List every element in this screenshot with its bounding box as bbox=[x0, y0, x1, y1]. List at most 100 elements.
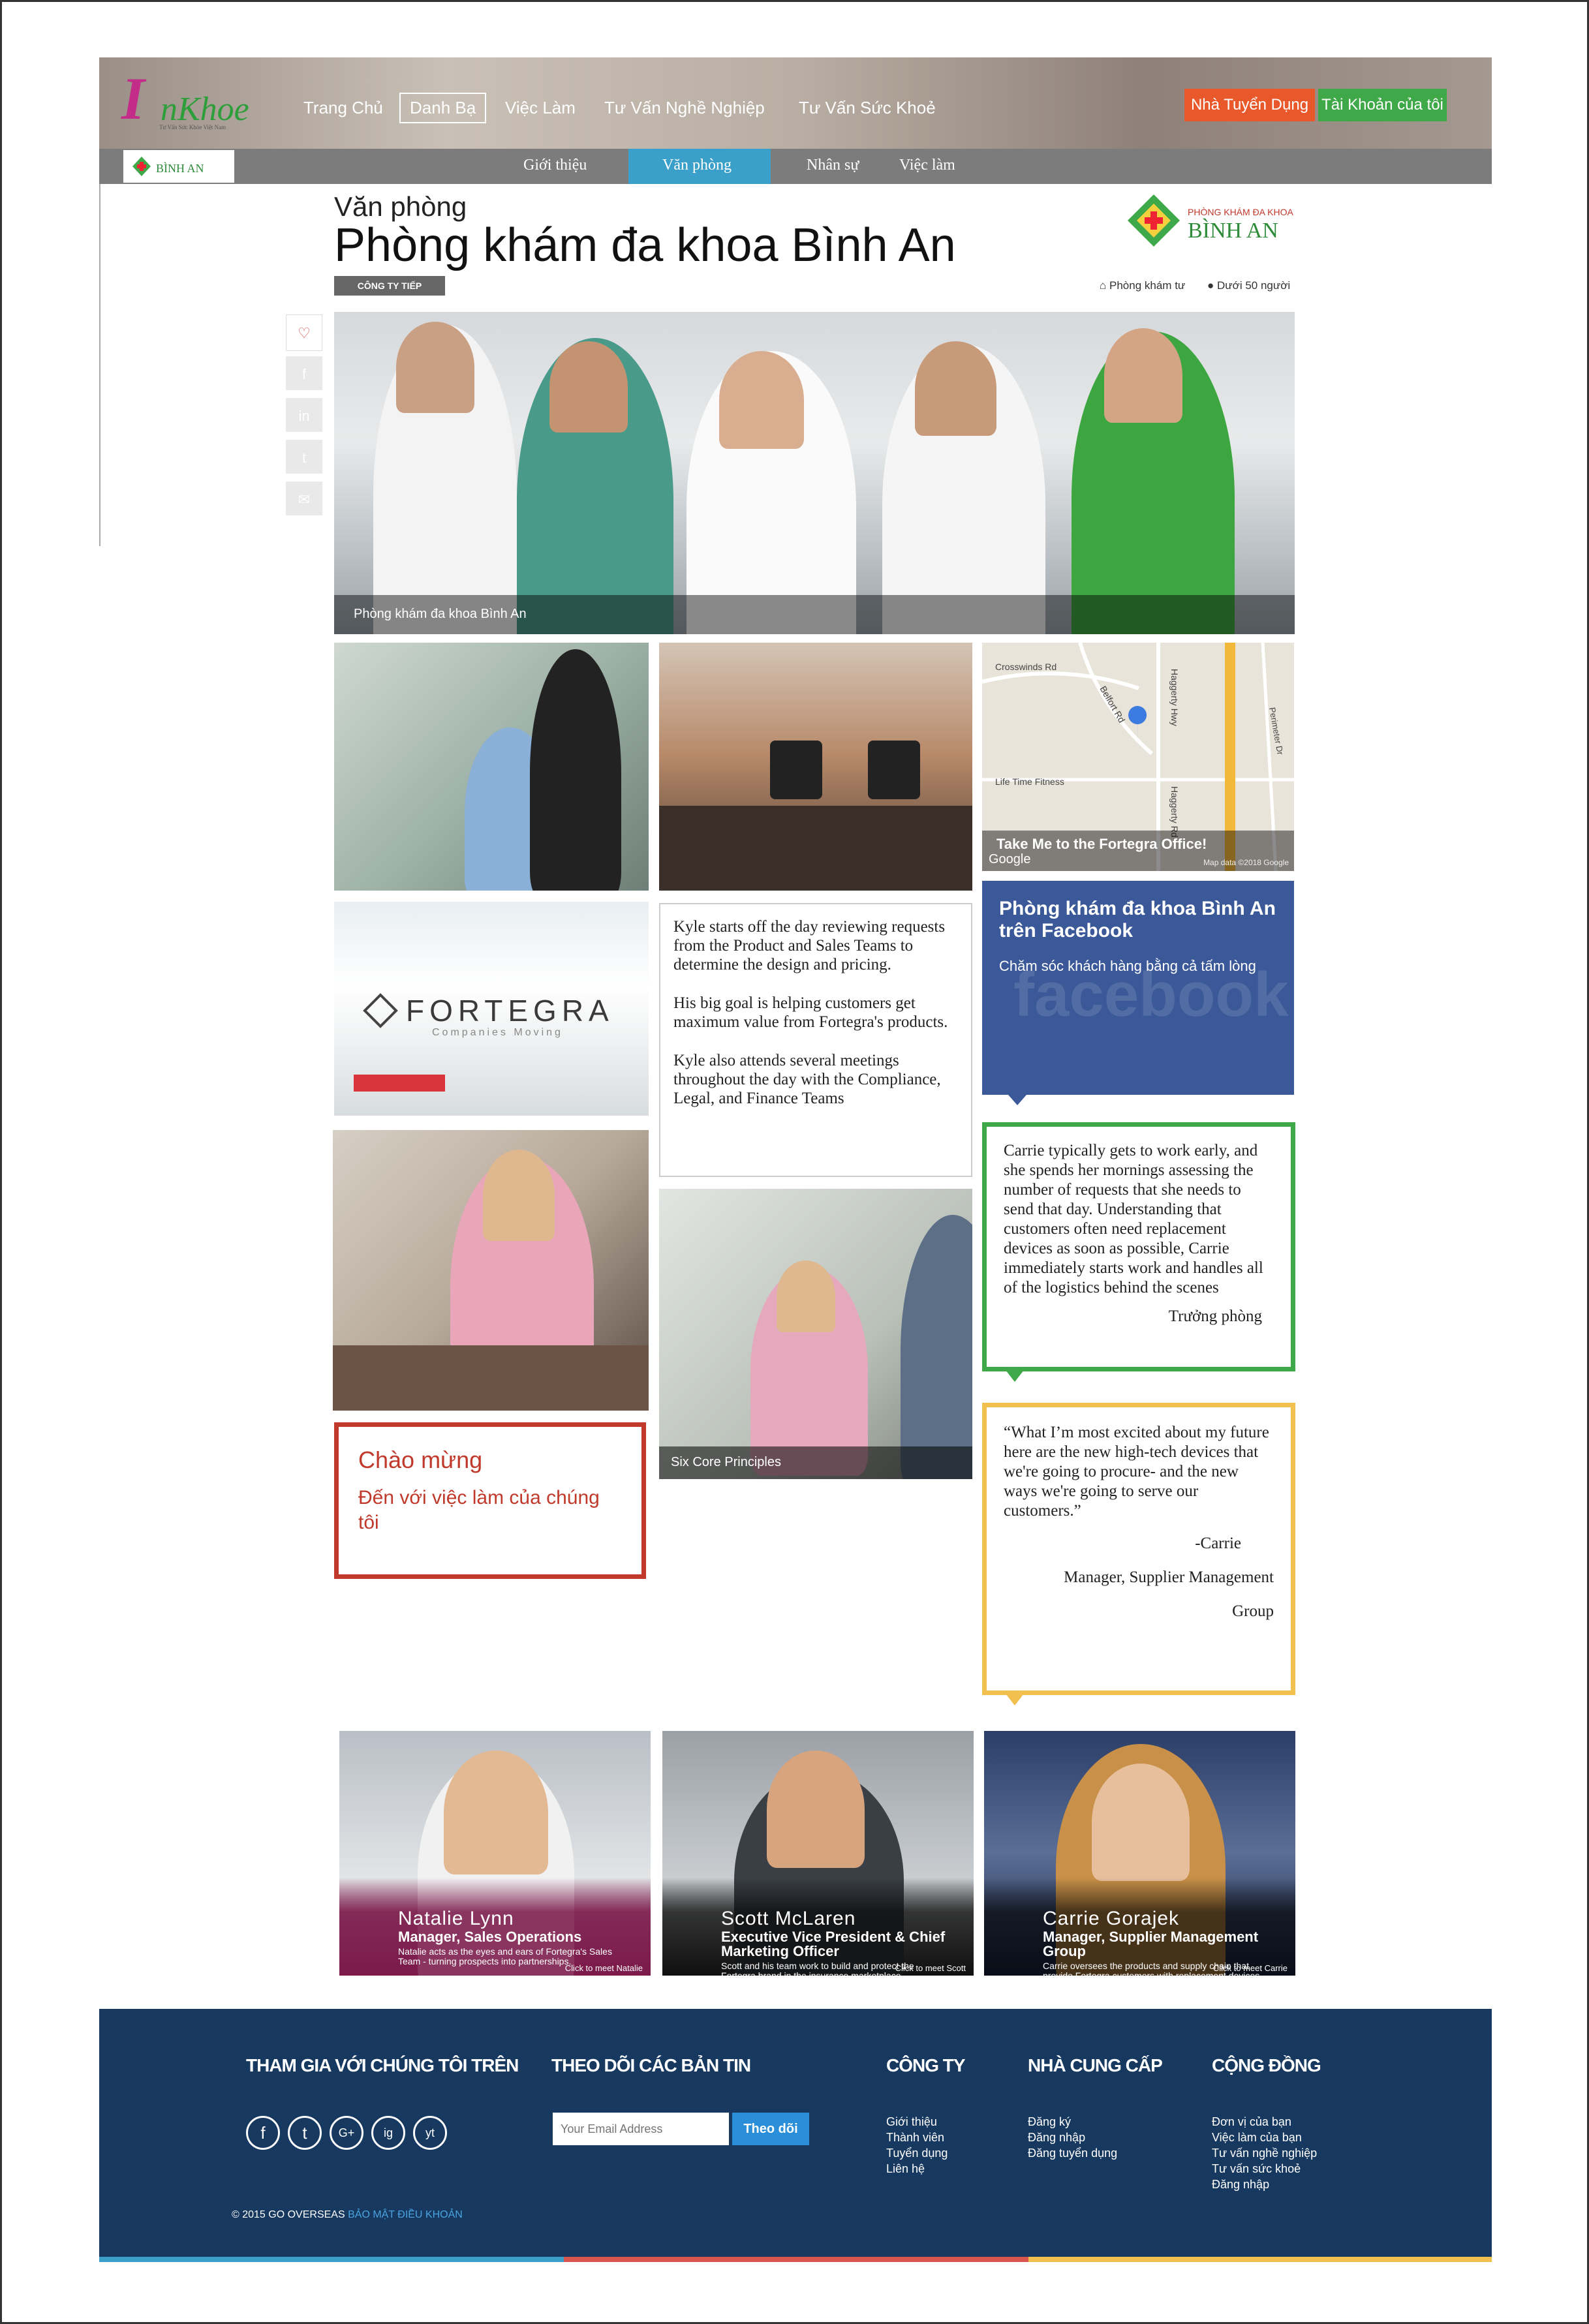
page-kicker: Văn phòng bbox=[334, 191, 467, 222]
privacy-terms-link[interactable]: BẢO MẬT ĐIỀU KHOẢN bbox=[348, 2209, 463, 2220]
person-card-scott[interactable]: Scott McLaren Executive Vice President &… bbox=[662, 1731, 974, 1976]
footer-community-links: Đơn vị của bạn Việc làm của bạn Tư vấn n… bbox=[1212, 2114, 1317, 2192]
footer-link[interactable]: Tư vấn sức khoẻ bbox=[1212, 2161, 1317, 2177]
company-size: ● Dưới 50 người bbox=[1207, 279, 1291, 292]
fortegra-name: FORTEGRA bbox=[406, 994, 614, 1028]
footer-link[interactable]: Đăng nhập bbox=[1028, 2130, 1117, 2145]
footer-newsletter-title: THEO DÕI CÁC BẢN TIN bbox=[551, 2055, 751, 2075]
twitter-icon[interactable]: t bbox=[288, 2116, 322, 2150]
carrie-caption: Carrie Gorajek Manager, Supplier Managem… bbox=[984, 1878, 1295, 1976]
map-attribution: Map data ©2018 Google bbox=[1203, 858, 1289, 867]
woman-face bbox=[777, 1261, 835, 1332]
red-stripe bbox=[354, 1075, 445, 1092]
left-divider bbox=[99, 184, 100, 546]
clinic-logo: PHÒNG KHÁM ĐA KHOA BÌNH AN bbox=[1122, 189, 1302, 254]
hero-team-photo: Phòng khám đa khoa Bình An bbox=[334, 312, 1295, 634]
doctor-face bbox=[719, 351, 804, 449]
carrie-quote-card: “What I’m most excited about my future h… bbox=[982, 1403, 1295, 1695]
twitter-share-icon[interactable]: t bbox=[286, 440, 322, 476]
favorite-heart-icon[interactable]: ♡ bbox=[286, 314, 322, 351]
person-card-natalie[interactable]: Natalie Lynn Manager, Sales Operations N… bbox=[339, 1731, 651, 1976]
natalie-caption: Natalie Lynn Manager, Sales Operations N… bbox=[339, 1878, 651, 1976]
facebook-icon[interactable]: f bbox=[246, 2116, 280, 2150]
google-plus-icon[interactable]: G+ bbox=[330, 2116, 363, 2150]
armchair bbox=[770, 741, 822, 799]
carrie-face bbox=[1092, 1764, 1190, 1881]
principles-photo[interactable]: Six Core Principles bbox=[659, 1189, 972, 1479]
footer-copyright: © 2015 GO OVERSEAS BẢO MẬT ĐIỀU KHOẢN bbox=[232, 2209, 463, 2220]
reception-desk bbox=[659, 806, 972, 891]
company-type: ⌂ Phòng khám tư bbox=[1100, 279, 1186, 292]
office-meeting-photo[interactable] bbox=[334, 643, 649, 891]
svg-text:Belfort Rd: Belfort Rd bbox=[1098, 684, 1127, 725]
map-caption[interactable]: Take Me to the Fortegra Office! bbox=[996, 836, 1207, 853]
footer-company-links: Giới thiệu Thành viên Tuyển dụng Liên hệ bbox=[886, 2114, 948, 2177]
svg-text:BÌNH AN: BÌNH AN bbox=[1188, 219, 1278, 243]
youtube-icon[interactable]: yt bbox=[413, 2116, 447, 2150]
footer-link[interactable]: Đơn vị của bạn bbox=[1212, 2114, 1317, 2130]
nav-viec-lam[interactable]: Việc Làm bbox=[505, 98, 576, 118]
subnav-nhan-su[interactable]: Nhân sự bbox=[807, 157, 859, 174]
woman-writing-photo[interactable] bbox=[333, 1130, 649, 1411]
footer-link[interactable]: Liên hệ bbox=[886, 2161, 948, 2177]
meet-scott-link[interactable]: Click to meet Scott bbox=[895, 1963, 966, 1973]
office-map[interactable]: Crosswinds Rd Belfort Rd Haggerty Hwy Li… bbox=[982, 643, 1294, 871]
company-subnav-logo[interactable]: BÌNH AN bbox=[123, 150, 234, 183]
fortegra-logo-icon bbox=[363, 993, 398, 1028]
nav-danh-ba[interactable]: Danh Bạ bbox=[399, 93, 487, 123]
map-brand: Google bbox=[989, 852, 1031, 866]
subnav-gioi-thieu[interactable]: Giới thiệu bbox=[523, 157, 587, 174]
subnav-viec-lam[interactable]: Việc làm bbox=[899, 157, 955, 174]
fortegra-sign-photo[interactable]: FORTEGRA Companies Moving bbox=[334, 902, 649, 1116]
footer-link[interactable]: Đăng ký bbox=[1028, 2114, 1117, 2130]
footer-join-title: THAM GIA VỚI CHÚNG TÔI TRÊN bbox=[246, 2055, 519, 2075]
email-share-icon[interactable]: ✉ bbox=[286, 482, 322, 518]
footer-link[interactable]: Thành viên bbox=[886, 2130, 948, 2145]
svg-text:Haggerty Rd: Haggerty Rd bbox=[1169, 786, 1180, 838]
kyle-story-card: Kyle starts off the day reviewing reques… bbox=[659, 903, 972, 1177]
footer-link[interactable]: Giới thiệu bbox=[886, 2114, 948, 2130]
user-icon: ● bbox=[1207, 279, 1214, 292]
green-card-pointer bbox=[1006, 1370, 1024, 1382]
employer-button[interactable]: Nhà Tuyển Dụng bbox=[1184, 89, 1315, 121]
office-lobby-photo[interactable] bbox=[659, 643, 972, 891]
footer-company-title: CÔNG TY bbox=[886, 2055, 966, 2075]
welcome-card: Chào mừng Đến với việc làm của chúng tôi bbox=[334, 1422, 646, 1579]
company-badge: CÔNG TY TIẾP bbox=[334, 276, 445, 296]
doctor-face bbox=[549, 341, 628, 433]
footer-link[interactable]: Tuyển dụng bbox=[886, 2145, 948, 2161]
meet-natalie-link[interactable]: Click to meet Natalie bbox=[565, 1963, 643, 1973]
footer-link[interactable]: Đăng tuyển dụng bbox=[1028, 2145, 1117, 2161]
home-icon: ⌂ bbox=[1100, 279, 1107, 292]
newsletter-email-input[interactable] bbox=[553, 2113, 729, 2145]
facebook-card-pointer bbox=[1008, 1095, 1026, 1105]
footer-supplier-title: NHÀ CUNG CẤP bbox=[1028, 2055, 1163, 2075]
instagram-icon[interactable]: ig bbox=[371, 2116, 405, 2150]
footer-link[interactable]: Đăng nhập bbox=[1212, 2177, 1317, 2192]
facebook-card[interactable]: facebook Phòng khám đa khoa Bình An trên… bbox=[982, 881, 1294, 1095]
linkedin-share-icon[interactable]: in bbox=[286, 398, 322, 435]
person-card-carrie[interactable]: Carrie Gorajek Manager, Supplier Managem… bbox=[984, 1731, 1295, 1976]
doctor-face bbox=[1104, 328, 1182, 423]
company-subnav bbox=[99, 149, 1492, 184]
site-logo[interactable]: I nKhoe Tư Vấn Sức Khỏe Việt Nam bbox=[121, 65, 258, 136]
footer-stripe-blue bbox=[99, 2257, 564, 2262]
my-account-button[interactable]: Tài Khoản của tôi bbox=[1318, 89, 1447, 121]
principles-caption: Six Core Principles bbox=[671, 1455, 781, 1469]
woman-face bbox=[483, 1150, 555, 1241]
nav-trang-chu[interactable]: Trang Chủ bbox=[303, 98, 383, 118]
meet-carrie-link[interactable]: Click to meet Carrie bbox=[1213, 1963, 1288, 1973]
doctor-face bbox=[396, 322, 474, 413]
nav-tu-van-nghe-nghiep[interactable]: Tư Vấn Nghề Nghiệp bbox=[604, 98, 765, 118]
subnav-van-phong[interactable]: Văn phòng bbox=[662, 157, 732, 174]
yellow-card-pointer bbox=[1006, 1694, 1024, 1705]
desk bbox=[333, 1345, 649, 1411]
facebook-share-icon[interactable]: f bbox=[286, 356, 322, 393]
footer-link[interactable]: Tư vấn nghề nghiệp bbox=[1212, 2145, 1317, 2161]
hero-caption: Phòng khám đa khoa Bình An bbox=[334, 595, 1295, 634]
scott-face bbox=[767, 1751, 865, 1868]
svg-text:Crosswinds Rd: Crosswinds Rd bbox=[995, 662, 1057, 672]
newsletter-subscribe-button[interactable]: Theo dõi bbox=[732, 2113, 809, 2145]
nav-tu-van-suc-khoe[interactable]: Tư Vấn Sức Khoẻ bbox=[799, 98, 936, 118]
footer-link[interactable]: Việc làm của bạn bbox=[1212, 2130, 1317, 2145]
